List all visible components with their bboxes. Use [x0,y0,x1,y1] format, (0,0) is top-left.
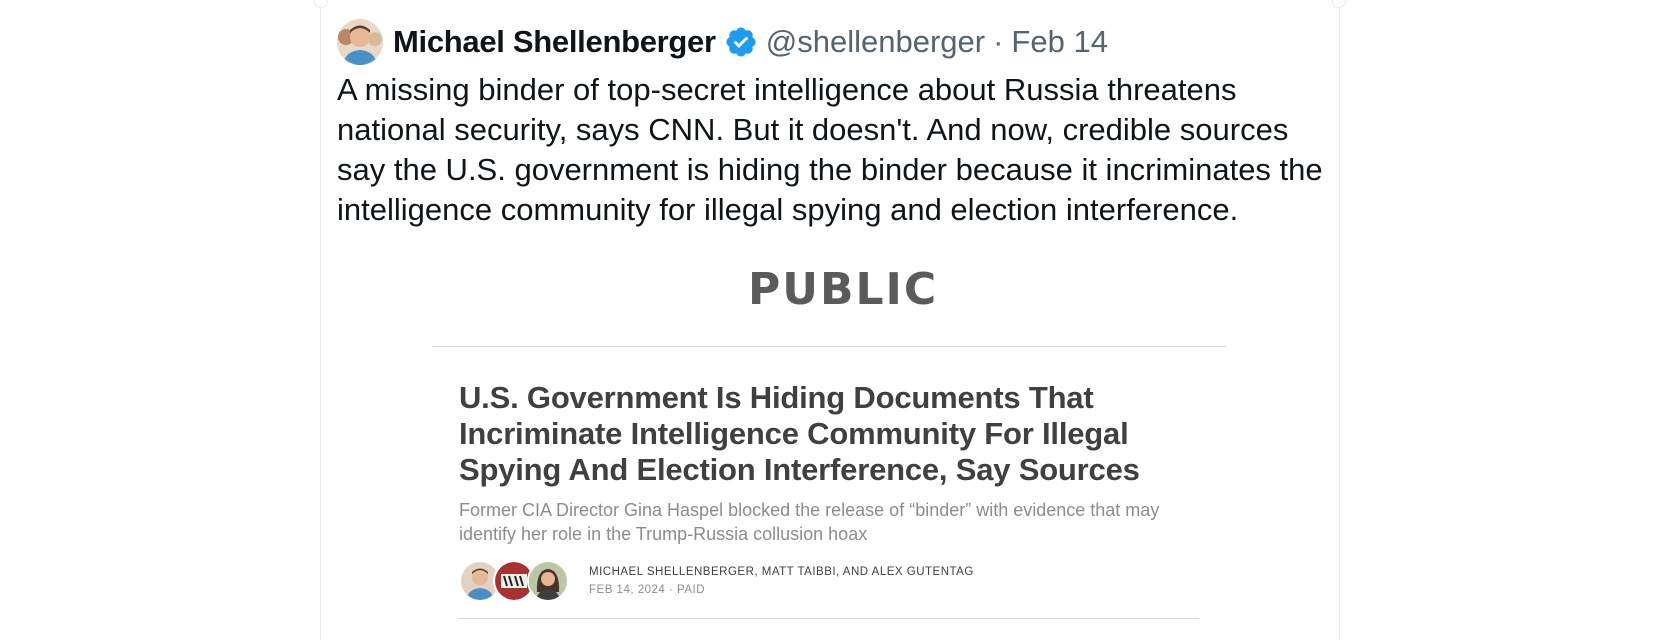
author-avatar-gutentag [527,560,569,602]
divider [432,346,1226,347]
separator-dot: · [993,24,1004,59]
tweet-date[interactable]: Feb 14 [1011,24,1108,60]
verified-badge-icon [726,27,756,57]
tweet-header: Michael Shellenberger @shellenberger · F… [337,18,1108,66]
author-handle[interactable]: @shellenberger [766,24,985,60]
article-title[interactable]: U.S. Government Is Hiding Documents That… [459,380,1199,488]
article-subtitle: Former CIA Director Gina Haspel blocked … [459,500,1160,544]
divider [459,618,1199,619]
card-corner [1332,0,1346,8]
author-name[interactable]: Michael Shellenberger [393,24,716,60]
author-avatar[interactable] [337,19,383,65]
publication-logo: PUBLIC [748,264,939,315]
article-authors: MICHAEL SHELLENBERGER, MATT TAIBBI, AND … [589,566,974,578]
byline: MICHAEL SHELLENBERGER, MATT TAIBBI, AND … [459,560,974,602]
article-date: FEB 14, 2024 · PAID [589,584,706,596]
tweet-text: A missing binder of top-secret intellige… [337,72,1323,227]
